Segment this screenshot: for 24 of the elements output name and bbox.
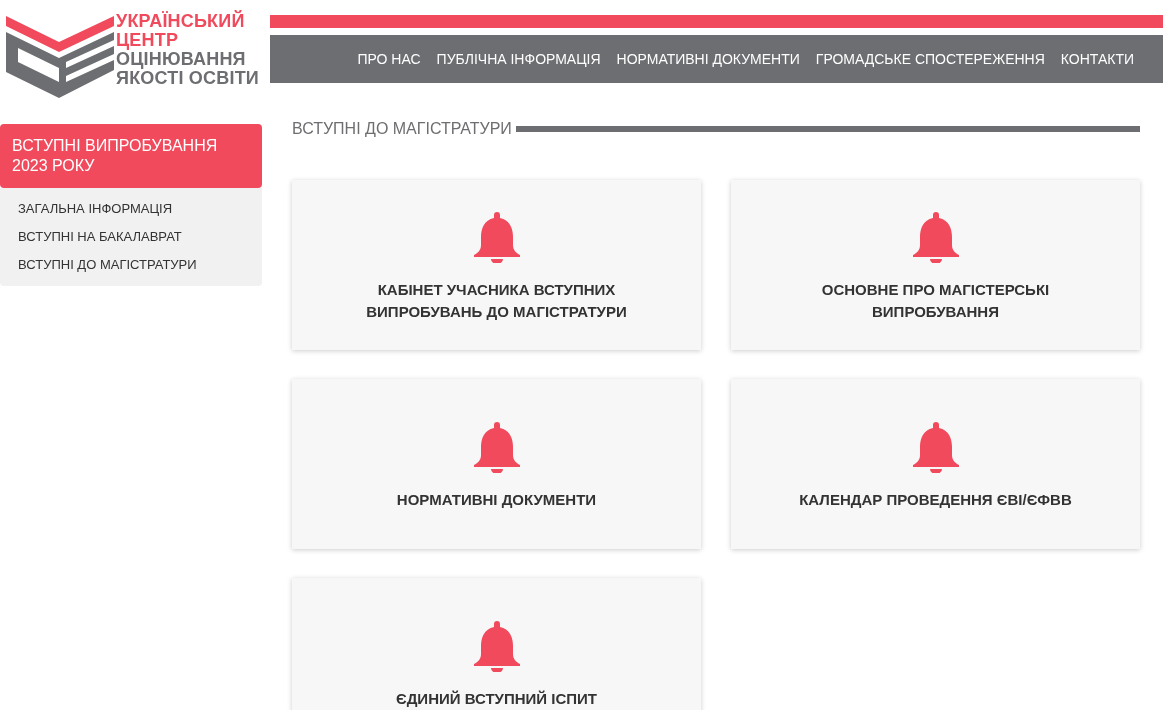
bell-icon [912,211,959,263]
logo-text: ЦЕНТР [116,31,180,50]
nav-link[interactable]: ГРОМАДСЬКЕ СПОСТЕРЕЖЕННЯ [815,51,1045,67]
nav-link[interactable]: КОНТАКТИ [1060,51,1134,67]
link-card[interactable]: КАБІНЕТ УЧАСНИКА ВСТУПНИХ ВИПРОБУВАНЬ ДО МАГІСТРАТУРИ [292,180,701,350]
sidebar-link[interactable]: ВСТУПНІ ДО МАГІСТРАТУРИ [18,256,244,274]
sidebar-link[interactable]: ВСТУПНІ НА БАКАЛАВРАТ [18,228,244,246]
nav-link[interactable]: НОРМАТИВНІ ДОКУМЕНТИ [616,51,800,67]
bell-icon [473,421,520,473]
nav-link[interactable]: ПРО НАС [357,51,421,67]
bell-icon [473,211,520,263]
link-card[interactable]: КАЛЕНДАР ПРОВЕДЕННЯ ЄВІ/ЄФВВ [731,379,1140,549]
logo-text: ОЦІНЮВАННЯ [116,50,247,69]
sidebar-link[interactable]: ЗАГАЛЬНА ІНФОРМАЦІЯ [18,200,244,218]
bell-icon [473,620,520,672]
logo-text: УКРАЇНСЬКИЙ [116,12,246,31]
link-card[interactable]: ОСНОВНЕ ПРО МАГІСТЕРСЬКІ ВИПРОБУВАННЯ [731,180,1140,350]
link-card[interactable]: ЄДИНИЙ ВСТУПНИЙ ІСПИТ [292,578,701,710]
nav-link[interactable]: ПУБЛІЧНА ІНФОРМАЦІЯ [436,51,601,67]
link-card[interactable]: НОРМАТИВНІ ДОКУМЕНТИ [292,379,701,549]
sidebar-header: ВСТУПНІ ВИПРОБУВАННЯ 2023 РОКУ [0,124,262,188]
bell-icon [912,421,959,473]
section-title: ВСТУПНІ ДО МАГІСТРАТУРИ [292,120,512,138]
logo-text: ЯКОСТІ ОСВІТИ [116,69,259,88]
